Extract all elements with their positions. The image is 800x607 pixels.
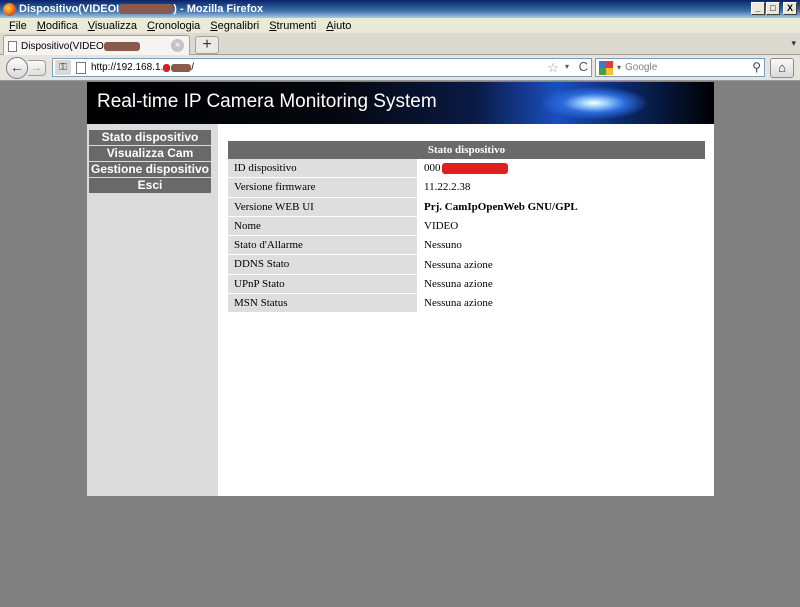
table-row: UPnP Stato Nessuna azione [228,274,705,295]
close-button[interactable]: X [783,2,797,15]
menu-bar: File Modifica Visualizza Cronologia Segn… [0,18,800,33]
table-row: ID dispositivo 000 [228,159,705,179]
menu-strumenti[interactable]: Strumenti [264,20,321,32]
menu-label: iuto [333,19,352,32]
url-suffix: / [191,62,195,73]
forward-button[interactable]: → [28,60,46,76]
menu-label: ile [15,19,27,32]
row-value: 000 [417,159,705,178]
identity-icon[interactable]: ⚿ [55,60,71,75]
menu-segnalibri[interactable]: Segnalibri [205,20,264,32]
table-row: Versione WEB UI Prj. CamIpOpenWeb GNU/GP… [228,197,705,217]
sidebar-item-stato-dispositivo[interactable]: Stato dispositivo [89,130,211,145]
search-bar[interactable]: ▾ Google ⚲ [595,58,765,77]
menu-label: trumenti [276,19,317,32]
menu-accel: V [87,19,95,32]
row-label: Versione firmware [228,178,417,198]
menu-file[interactable]: File [4,20,32,32]
tab-list-icon[interactable]: ▾ [791,38,796,49]
row-value: Nessuno [424,239,462,252]
menu-accel: F [9,19,16,32]
sidebar-item-esci[interactable]: Esci [89,178,211,193]
url-bar[interactable]: ⚿ http://192.168.1. / ☆ ▾ C [52,58,592,77]
row-label: DDNS Stato [228,255,417,275]
table-row: MSN Status Nessuna azione [228,294,705,314]
tab-dispositivo[interactable]: Dispositivo(VIDEO × [3,35,190,56]
row-label: ID dispositivo [228,159,417,179]
redaction-mark [171,63,192,72]
window-title-suffix: ) - Mozilla Firefox [173,3,264,15]
row-value: Nessuna azione [424,297,493,310]
home-button[interactable]: ⌂ [770,58,794,78]
menu-accel: M [36,19,46,32]
table-row: Stato d'Allarme Nessuno [228,236,705,256]
row-label: Stato d'Allarme [228,236,417,256]
table-title: Stato dispositivo [228,141,705,159]
redaction-mark [119,4,174,14]
row-value: Nessuna azione [424,277,493,290]
menu-modifica[interactable]: Modifica [32,20,83,32]
row-value: VIDEO [424,220,459,233]
table-row: Versione firmware 11.22.2.38 [228,178,705,198]
menu-cronologia[interactable]: Cronologia [142,20,205,32]
window-title: Dispositivo(VIDEOI ) - Mozilla Firefox [19,3,263,15]
menu-accel: C [147,19,155,32]
magnifier-icon[interactable]: ⚲ [752,60,761,74]
page-icon [76,61,86,74]
sidebar-item-gestione-dispositivo[interactable]: Gestione dispositivo [89,162,211,177]
tab-strip: Dispositivo(VIDEO × + ▾ [0,33,800,56]
minimize-button[interactable]: _ [751,2,765,15]
page-icon [8,40,17,52]
window-title-prefix: Dispositivo(VIDEOI [19,3,120,15]
window-controls: _ □ X [751,2,797,15]
menu-accel: S [269,19,277,32]
status-table: Stato dispositivo ID dispositivo 000 Ver… [228,141,705,314]
menu-label: egnalibri [217,19,260,32]
web-page: Real-time IP Camera Monitoring System St… [87,82,714,496]
new-tab-button[interactable]: + [195,36,219,54]
tab-close-icon[interactable]: × [171,39,184,52]
table-row: DDNS Stato Nessuna azione [228,255,705,275]
search-engine-dropdown-icon[interactable]: ▾ [617,63,621,72]
url-text[interactable]: http://192.168.1. / [91,62,194,73]
redaction-mark [441,163,508,175]
menu-label: isualizza [94,19,138,32]
firefox-icon [3,2,16,16]
banner-light-glow [539,86,649,120]
banner-title: Real-time IP Camera Monitoring System [97,91,437,112]
navigation-toolbar: ← → ⚿ http://192.168.1. / ☆ ▾ C ▾ Google… [0,55,800,81]
device-id-value: 000 [424,162,441,175]
row-label: Nome [228,216,417,237]
menu-visualizza[interactable]: Visualizza [83,20,142,32]
row-value: Prj. CamIpOpenWeb GNU/GPL [424,200,578,213]
row-value: Nessuna azione [424,258,493,271]
google-icon[interactable] [599,60,613,75]
sidebar: Stato dispositivo Visualizza Cam Gestion… [87,124,218,496]
row-value: 11.22.2.38 [424,181,471,194]
menu-accel: A [326,19,334,32]
row-label: MSN Status [228,294,417,314]
redaction-mark [103,41,140,51]
banner: Real-time IP Camera Monitoring System [87,82,714,124]
menu-label: odifica [45,19,78,32]
tab-label: Dispositivo(VIDEO [21,40,104,52]
maximize-button[interactable]: □ [766,2,780,15]
url-prefix: http://192.168.1. [91,62,164,73]
row-label: Versione WEB UI [228,197,417,217]
reload-icon[interactable]: C [579,59,588,74]
menu-aiuto[interactable]: Aiuto [321,20,356,32]
bookmark-star-icon[interactable]: ☆ [547,60,559,76]
row-label: UPnP Stato [228,274,417,295]
sidebar-item-visualizza-cam[interactable]: Visualizza Cam [89,146,211,161]
menu-accel: S [210,19,218,32]
search-placeholder[interactable]: Google [625,62,657,73]
vertical-scrollbar[interactable] [787,81,800,607]
history-dropdown-icon[interactable]: ▾ [565,62,569,71]
redaction-mark [163,63,171,72]
menu-label: ronologia [155,19,201,32]
table-row: Nome VIDEO [228,216,705,237]
back-button[interactable]: ← [6,57,28,79]
window-title-bar[interactable]: Dispositivo(VIDEOI ) - Mozilla Firefox _… [0,0,800,18]
